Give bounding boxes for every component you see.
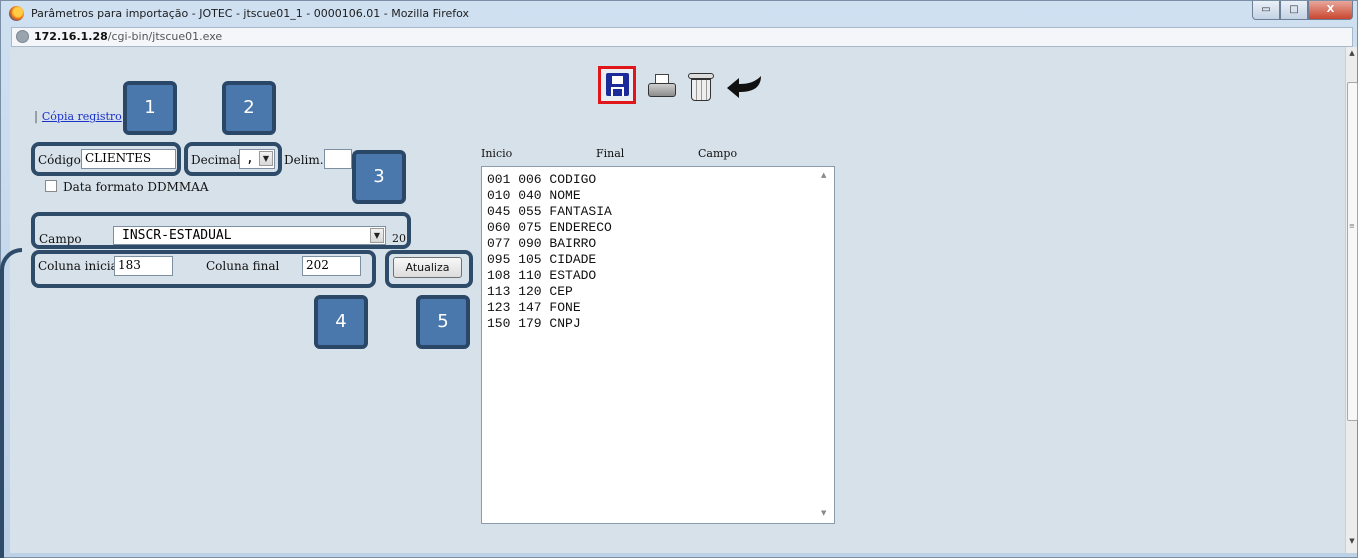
- header-final: Final: [596, 147, 625, 160]
- floppy-shutter: [611, 87, 624, 96]
- print-button[interactable]: [647, 74, 677, 100]
- scroll-down-icon[interactable]: ▼: [821, 509, 826, 517]
- globe-icon: [16, 30, 29, 43]
- fields-listbox[interactable]: 001 006 CODIGO 010 040 NOME 045 055 FANT…: [481, 166, 835, 524]
- callout-1: 1: [123, 81, 177, 135]
- trash-bin-body: [691, 79, 711, 101]
- data-formato-checkbox[interactable]: [45, 180, 57, 192]
- highlight-colunas: [31, 250, 376, 288]
- url-text: 172.16.1.28/cgi-bin/jtscue01.exe: [34, 30, 222, 43]
- data-formato-label: Data formato DDMMAA: [63, 180, 209, 194]
- floppy-label: [612, 76, 623, 84]
- list-item[interactable]: 001 006 CODIGO: [487, 172, 612, 188]
- printer-case: [648, 83, 676, 97]
- address-bar[interactable]: 172.16.1.28/cgi-bin/jtscue01.exe: [11, 27, 1353, 47]
- maximize-button[interactable]: □: [1280, 1, 1308, 20]
- minimize-button[interactable]: ▭: [1252, 1, 1280, 20]
- delim-label: Delim.: [284, 153, 324, 167]
- link-row: | Cópia registro |: [34, 109, 130, 123]
- return-arrow-icon: [727, 76, 761, 98]
- annotation-curve: [0, 248, 22, 558]
- close-button[interactable]: X: [1308, 1, 1353, 20]
- list-item[interactable]: 095 105 CIDADE: [487, 252, 612, 268]
- url-path: /cgi-bin/jtscue01.exe: [107, 30, 223, 43]
- copia-registro-link[interactable]: Cópia registro: [42, 110, 122, 123]
- callout-2: 2: [222, 81, 276, 135]
- list-item[interactable]: 108 110 ESTADO: [487, 268, 612, 284]
- list-item[interactable]: 045 055 FANTASIA: [487, 204, 612, 220]
- scroll-grip-icon: ≡: [1349, 222, 1355, 230]
- delete-button[interactable]: [688, 70, 714, 102]
- header-inicio: Inicio: [481, 147, 513, 160]
- url-host: 172.16.1.28: [34, 30, 108, 43]
- highlight-decimal: [184, 142, 282, 176]
- list-item[interactable]: 150 179 CNPJ: [487, 316, 612, 332]
- list-item[interactable]: 113 120 CEP: [487, 284, 612, 300]
- title-bar: Parâmetros para importação - JOTEC - jts…: [1, 1, 1357, 27]
- list-item[interactable]: 077 090 BAIRRO: [487, 236, 612, 252]
- scroll-down-icon[interactable]: ▼: [1347, 537, 1357, 551]
- highlight-codigo: [31, 142, 181, 176]
- highlight-atualiza: [385, 250, 473, 288]
- list-item[interactable]: 010 040 NOME: [487, 188, 612, 204]
- firefox-icon: [9, 6, 24, 21]
- scroll-up-icon[interactable]: ▲: [1347, 49, 1357, 63]
- scroll-thumb[interactable]: [1347, 82, 1358, 421]
- window-controls: ▭ □ X: [1252, 1, 1353, 20]
- save-button[interactable]: [598, 66, 636, 104]
- delim-field[interactable]: [324, 149, 352, 169]
- callout-5: 5: [416, 295, 470, 349]
- return-button[interactable]: [725, 72, 765, 100]
- callout-3: 3: [352, 150, 406, 204]
- list-item[interactable]: 060 075 ENDERECO: [487, 220, 612, 236]
- listbox-scrollbar[interactable]: ▲ ▼: [818, 167, 834, 523]
- list-item[interactable]: 123 147 FONE: [487, 300, 612, 316]
- window-title: Parâmetros para importação - JOTEC - jts…: [31, 7, 470, 20]
- scroll-up-icon[interactable]: ▲: [821, 171, 826, 179]
- highlight-campo: [31, 212, 411, 249]
- page-scrollbar[interactable]: ▲ ≡ ▼: [1345, 47, 1358, 553]
- floppy-disk-icon: [606, 73, 629, 96]
- list-lines: 001 006 CODIGO 010 040 NOME 045 055 FANT…: [487, 172, 612, 332]
- header-campo: Campo: [698, 147, 738, 160]
- pipe-separator: |: [34, 109, 39, 123]
- callout-4: 4: [314, 295, 368, 349]
